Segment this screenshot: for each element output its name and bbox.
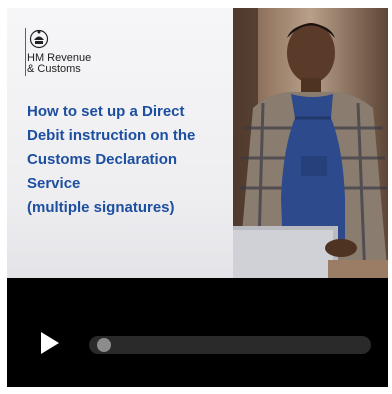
title-line: How to set up a Direct [27, 103, 185, 120]
person-at-laptop-photo [233, 8, 388, 278]
title-line: (multiple signatures) [27, 199, 175, 216]
brand-line2: & Customs [27, 63, 81, 75]
progress-bar[interactable] [89, 336, 371, 354]
title-line: Debit instruction on the [27, 127, 196, 144]
title-line: Customs Declaration [27, 151, 178, 168]
royal-crest-icon [29, 29, 49, 49]
brand-rule [25, 28, 26, 76]
hmrc-logo-text: HM Revenue & Customs [27, 53, 91, 75]
video-player[interactable]: HM Revenue & Customs How to set up a Dir… [7, 8, 388, 387]
title-card: HM Revenue & Customs How to set up a Dir… [7, 8, 233, 278]
title-line: Service [27, 175, 81, 192]
video-title: How to set up a Direct Debit instruction… [27, 100, 232, 220]
scrubber-handle[interactable] [97, 338, 111, 352]
play-icon[interactable] [37, 330, 63, 356]
video-thumbnail[interactable]: HM Revenue & Customs How to set up a Dir… [7, 8, 388, 278]
player-controls [7, 278, 388, 387]
